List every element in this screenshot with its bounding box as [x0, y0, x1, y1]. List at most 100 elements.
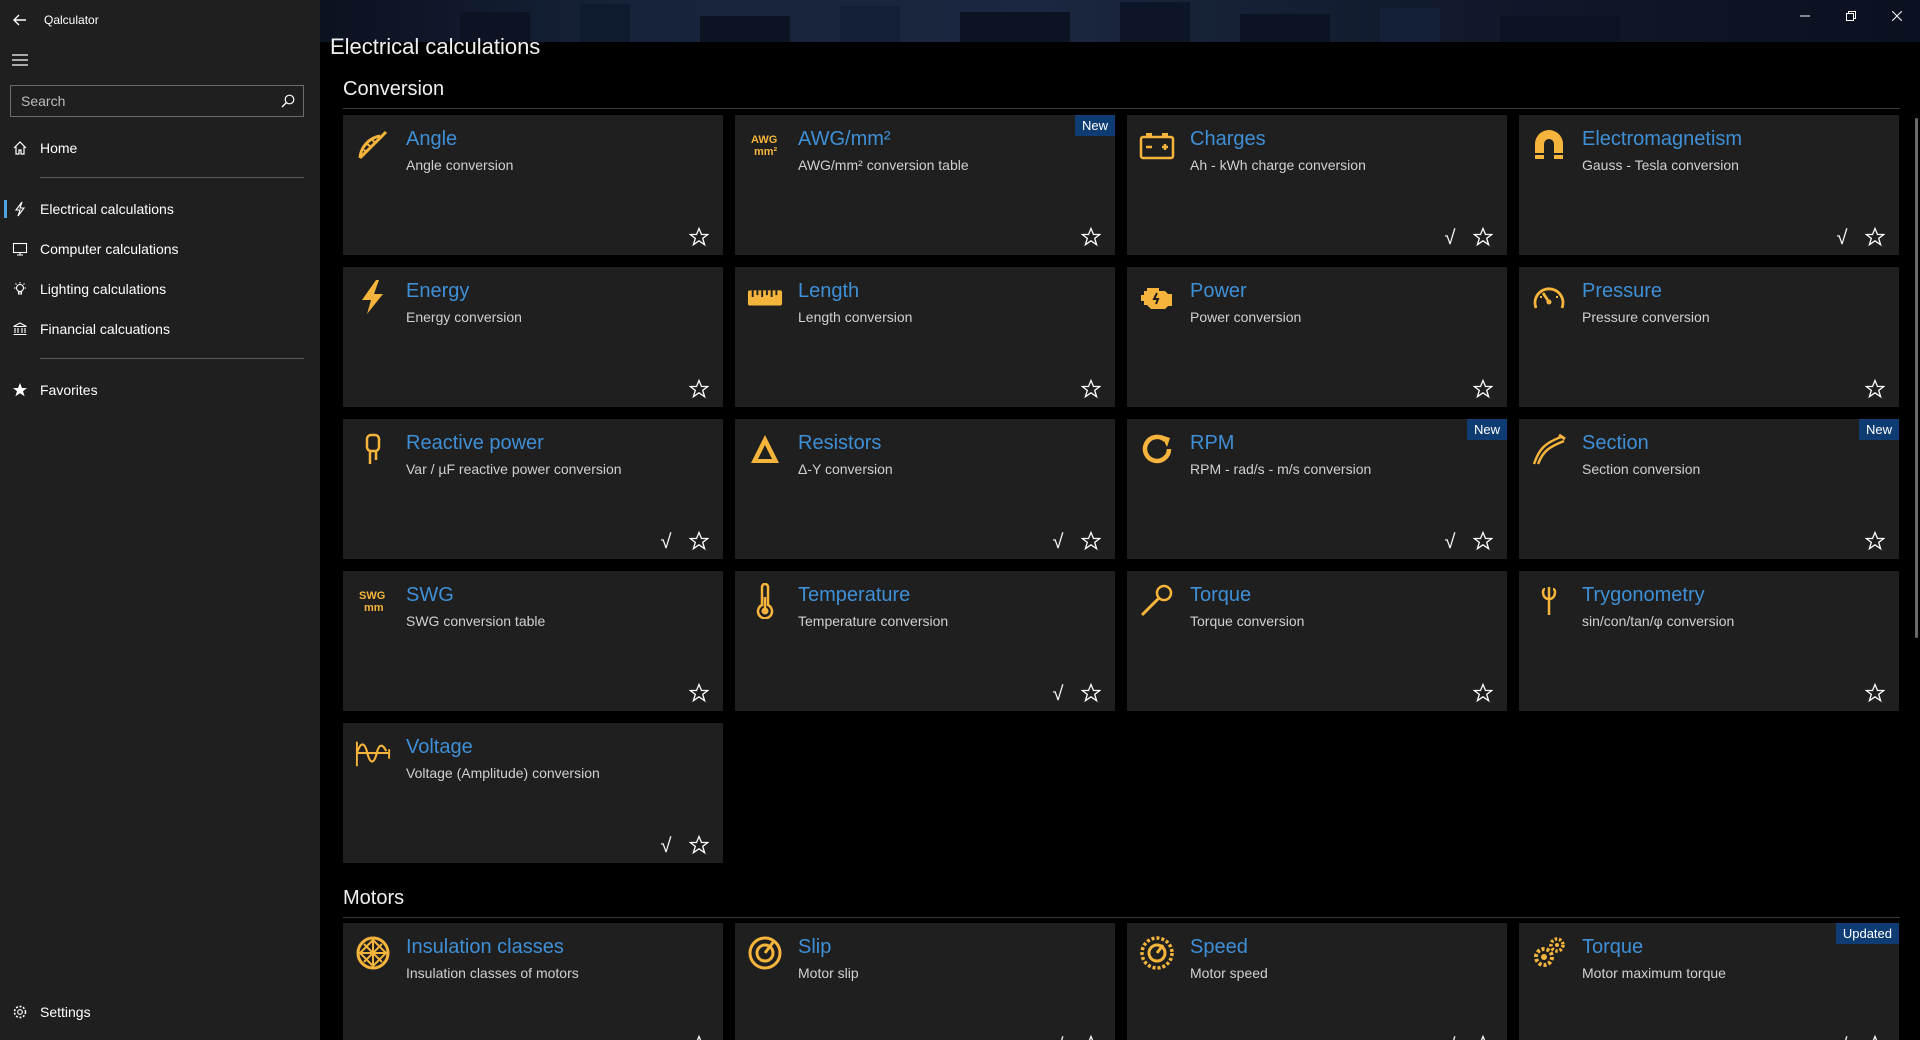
calc-card[interactable]: Angle Angle conversion [343, 115, 723, 255]
card-title: Slip [798, 936, 832, 958]
card-title: SWG [406, 584, 454, 606]
search-box [10, 85, 304, 117]
favorite-button[interactable] [1471, 529, 1495, 553]
calc-card[interactable]: AWG mm² AWG/mm² AWG/mm² conversion table New [735, 115, 1115, 255]
star-outline-icon [1480, 1035, 1486, 1040]
calc-card[interactable]: Power Power conversion [1127, 267, 1507, 407]
gear-icon [13, 1005, 27, 1019]
back-button[interactable] [0, 0, 40, 40]
calc-card[interactable]: Reactive power Var / µF reactive power co… [343, 419, 723, 559]
close-button[interactable] [1874, 0, 1920, 32]
minimize-button[interactable] [1782, 0, 1828, 32]
card-title: Section [1582, 432, 1649, 454]
star-outline-icon [1081, 379, 1101, 399]
favorite-button[interactable] [1079, 377, 1103, 401]
svg-text:mm²: mm² [754, 146, 778, 158]
favorite-button[interactable] [1079, 681, 1103, 705]
nav-item-lighting[interactable]: Lighting calculations [0, 269, 320, 309]
checkmark-icon: √ [1052, 531, 1064, 553]
calc-card[interactable]: Torque Motor maximum torque Updated √ [1519, 923, 1899, 1040]
favorite-button[interactable] [687, 225, 711, 249]
search-button[interactable] [273, 86, 303, 116]
favorite-button[interactable] [1863, 529, 1887, 553]
calc-card[interactable]: Electromagnetism Gauss - Tesla conversion… [1519, 115, 1899, 255]
section-divider [343, 108, 1900, 109]
calc-card[interactable]: RPM RPM - rad/s - m/s conversion New √ [1127, 419, 1507, 559]
star-outline-icon [1081, 227, 1101, 247]
favorite-button[interactable] [1471, 225, 1495, 249]
favorite-button[interactable] [1471, 1033, 1495, 1040]
card-title: Length [798, 280, 860, 302]
favorite-button[interactable] [1863, 377, 1887, 401]
gauge-icon [1531, 279, 1567, 315]
calc-card[interactable]: Speed Motor speed √ [1127, 923, 1507, 1040]
speedometer-icon [1139, 935, 1175, 971]
minimize-icon [1800, 15, 1810, 17]
star-outline-icon [689, 379, 709, 399]
favorite-button[interactable] [687, 833, 711, 857]
nav-item-home[interactable]: Home [0, 128, 320, 168]
delta-icon [747, 431, 783, 467]
calc-card[interactable]: Resistors Δ-Y conversion √ [735, 419, 1115, 559]
ruler-icon [747, 279, 783, 315]
nav-item-favorites[interactable]: Favorites [0, 370, 320, 410]
vertical-scrollbar[interactable] [1915, 118, 1918, 638]
nav-item-label: Lighting calculations [40, 281, 167, 297]
calc-card[interactable]: Charges Ah - kWh charge conversion √ [1127, 115, 1507, 255]
nav-item-electrical[interactable]: Electrical calculations [0, 189, 320, 229]
card-title: Insulation classes [406, 936, 564, 958]
section-title-motors: Motors [343, 887, 405, 909]
page-title: Electrical calculations [330, 34, 541, 59]
calc-card[interactable]: Trygonometry sin/con/tan/φ conversion [1519, 571, 1899, 711]
awg-mm-icon: AWG mm² [747, 127, 783, 163]
hamburger-menu-button[interactable] [6, 46, 34, 74]
search-input[interactable] [11, 86, 273, 116]
star-outline-icon [1473, 683, 1493, 703]
calc-card[interactable]: Voltage Voltage (Amplitude) conversion √ [343, 723, 723, 863]
star-filled-icon [13, 383, 27, 397]
calc-card[interactable]: Pressure Pressure conversion [1519, 267, 1899, 407]
card-subtitle: Energy conversion [406, 309, 522, 325]
card-subtitle: Power conversion [1190, 309, 1302, 325]
favorite-button[interactable] [1079, 225, 1103, 249]
star-outline-icon [689, 835, 709, 855]
favorite-button[interactable] [1863, 681, 1887, 705]
favorite-button[interactable] [1863, 225, 1887, 249]
calc-card[interactable]: Energy Energy conversion [343, 267, 723, 407]
favorite-button[interactable] [1863, 1033, 1887, 1040]
favorite-button[interactable] [687, 377, 711, 401]
nav-item-computer[interactable]: Computer calculations [0, 229, 320, 269]
star-outline-icon [1473, 531, 1493, 551]
section-divider [343, 917, 1900, 918]
nav-item-financial[interactable]: Financial calcuations [0, 309, 320, 349]
engine-icon [1139, 279, 1175, 315]
favorite-button[interactable] [1471, 377, 1495, 401]
favorite-button[interactable] [687, 681, 711, 705]
favorite-button[interactable] [1079, 1033, 1103, 1040]
protractor-icon [355, 127, 391, 163]
card-title: Energy [406, 280, 470, 302]
card-subtitle: Section conversion [1582, 461, 1701, 477]
thermometer-icon [747, 583, 783, 619]
checkmark-icon: √ [1047, 1035, 1069, 1040]
battery-icon [1139, 127, 1175, 163]
calc-card[interactable]: SWG mm SWG SWG conversion table [343, 571, 723, 711]
nav-item-settings[interactable]: Settings [0, 992, 320, 1032]
calc-card[interactable]: Torque Torque conversion [1127, 571, 1507, 711]
card-title: Trygonometry [1582, 584, 1705, 606]
calc-card[interactable]: Length Length conversion [735, 267, 1115, 407]
magnet-icon [1531, 127, 1567, 163]
calc-card[interactable]: Section Section conversion New [1519, 419, 1899, 559]
nav-divider [40, 358, 304, 359]
favorite-button[interactable] [687, 529, 711, 553]
card-subtitle: Var / µF reactive power conversion [406, 461, 622, 477]
card-subtitle: Pressure conversion [1582, 309, 1710, 325]
calc-card[interactable]: Slip Motor slip √ [735, 923, 1115, 1040]
card-subtitle: AWG/mm² conversion table [798, 157, 969, 173]
favorite-button[interactable] [1471, 681, 1495, 705]
calc-card[interactable]: Insulation classes Insulation classes of … [343, 923, 723, 1040]
favorite-button[interactable] [687, 1033, 711, 1040]
restore-button[interactable] [1828, 0, 1874, 32]
favorite-button[interactable] [1079, 529, 1103, 553]
calc-card[interactable]: Temperature Temperature conversion √ [735, 571, 1115, 711]
